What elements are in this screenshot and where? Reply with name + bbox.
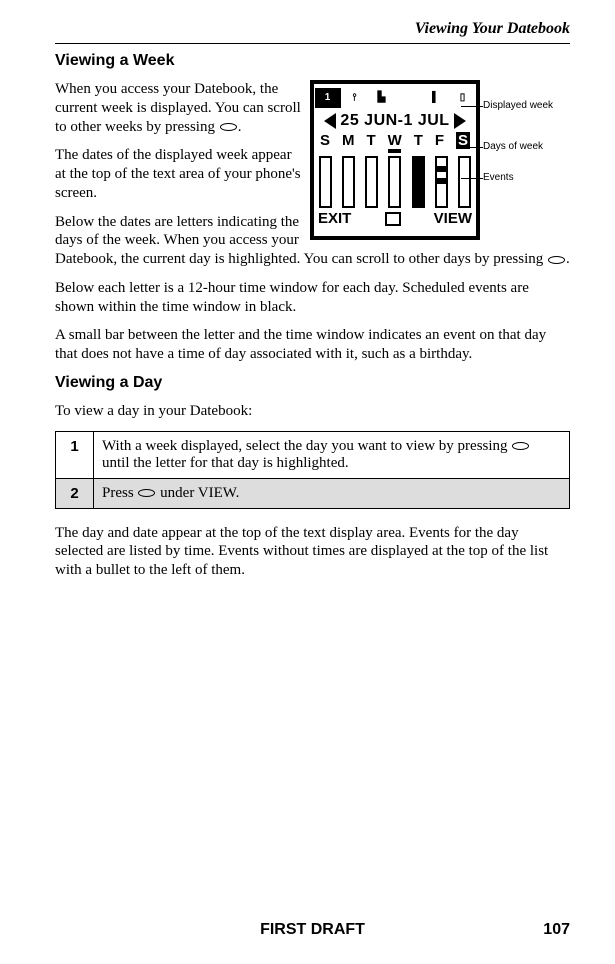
callout-events: Events [483, 172, 565, 183]
phone-statusbar: 1 ⫯ ▙ ▌ ▯ [314, 84, 476, 112]
footer-page-number: 107 [543, 921, 570, 939]
scroll-key-icon [512, 442, 529, 450]
section1-heading: Viewing a Week [55, 52, 570, 70]
step-row-2: 2 Press under VIEW. [56, 478, 570, 508]
callout-days-of-week: Days of week [483, 141, 565, 152]
day-t2: T [414, 132, 423, 149]
day-s1: S [320, 132, 330, 149]
col-sun [319, 156, 332, 208]
phone-week-date-row: 25 JUN-1 JUL [314, 112, 476, 130]
col-wed [388, 156, 401, 208]
allday-marker-wed [388, 149, 401, 153]
p4: Below each letter is a 12-hour time wind… [55, 279, 570, 317]
chapter-header: Viewing Your Datebook [55, 20, 570, 38]
step1-number: 1 [56, 431, 94, 478]
no-time-event-bars [314, 149, 476, 155]
section1-body: 1 ⫯ ▙ ▌ ▯ 25 JUN-1 JUL S M T W T F S [55, 80, 570, 364]
step1-text: With a week displayed, select the day yo… [94, 431, 570, 478]
day-t1: T [366, 132, 375, 149]
section2-after: The day and date appear at the top of th… [55, 524, 570, 580]
col-fri [435, 156, 448, 208]
steps-table: 1 With a week displayed, select the day … [55, 431, 570, 509]
figure-callouts: Displayed week Days of week Events [480, 80, 565, 183]
header-rule [55, 43, 570, 44]
p5: A small bar between the letter and the t… [55, 326, 570, 364]
phone-day-letters: S M T W T F S [314, 132, 476, 149]
prev-week-arrow-icon [324, 113, 336, 129]
section2-body: To view a day in your Datebook: [55, 402, 570, 421]
status-icon-1: 1 [315, 88, 341, 108]
footer-draft: FIRST DRAFT [260, 921, 365, 939]
col-mon [342, 156, 355, 208]
phone-softkeys: EXIT VIEW [314, 208, 476, 227]
page-footer: FIRST DRAFT 107 [55, 921, 570, 939]
softkey-center-icon [385, 212, 401, 226]
day-f: F [435, 132, 444, 149]
step2-number: 2 [56, 478, 94, 508]
status-icon-signal: ▙ [369, 88, 395, 108]
status-icon-indicator: ▌ [423, 88, 449, 108]
scroll-key-icon [220, 123, 237, 131]
status-icon-blank [396, 88, 422, 108]
softkey-view: VIEW [434, 210, 472, 227]
next-week-arrow-icon [454, 113, 466, 129]
event-fri-2 [437, 178, 446, 184]
phone-week-date: 25 JUN-1 JUL [340, 112, 449, 130]
section2-intro: To view a day in your Datebook: [55, 402, 570, 421]
step-row-1: 1 With a week displayed, select the day … [56, 431, 570, 478]
step2-text: Press under VIEW. [94, 478, 570, 508]
callout-displayed-week: Displayed week [483, 100, 565, 111]
scroll-key-icon [548, 256, 565, 264]
col-tue [365, 156, 378, 208]
day-m: M [342, 132, 355, 149]
softkey-exit: EXIT [318, 210, 351, 227]
after-paragraph: The day and date appear at the top of th… [55, 524, 570, 580]
status-icon-battery: ▯ [450, 88, 476, 108]
phone-screen: 1 ⫯ ▙ ▌ ▯ 25 JUN-1 JUL S M T W T F S [310, 80, 480, 240]
section2-heading: Viewing a Day [55, 374, 570, 392]
week-figure: 1 ⫯ ▙ ▌ ▯ 25 JUN-1 JUL S M T W T F S [310, 80, 570, 240]
phone-time-columns [314, 156, 476, 208]
event-fri-1 [437, 166, 446, 172]
status-icon-antenna: ⫯ [342, 88, 368, 108]
softkey-icon [138, 489, 155, 497]
col-sat [458, 156, 471, 208]
col-thu [412, 156, 425, 208]
day-w: W [388, 132, 402, 149]
